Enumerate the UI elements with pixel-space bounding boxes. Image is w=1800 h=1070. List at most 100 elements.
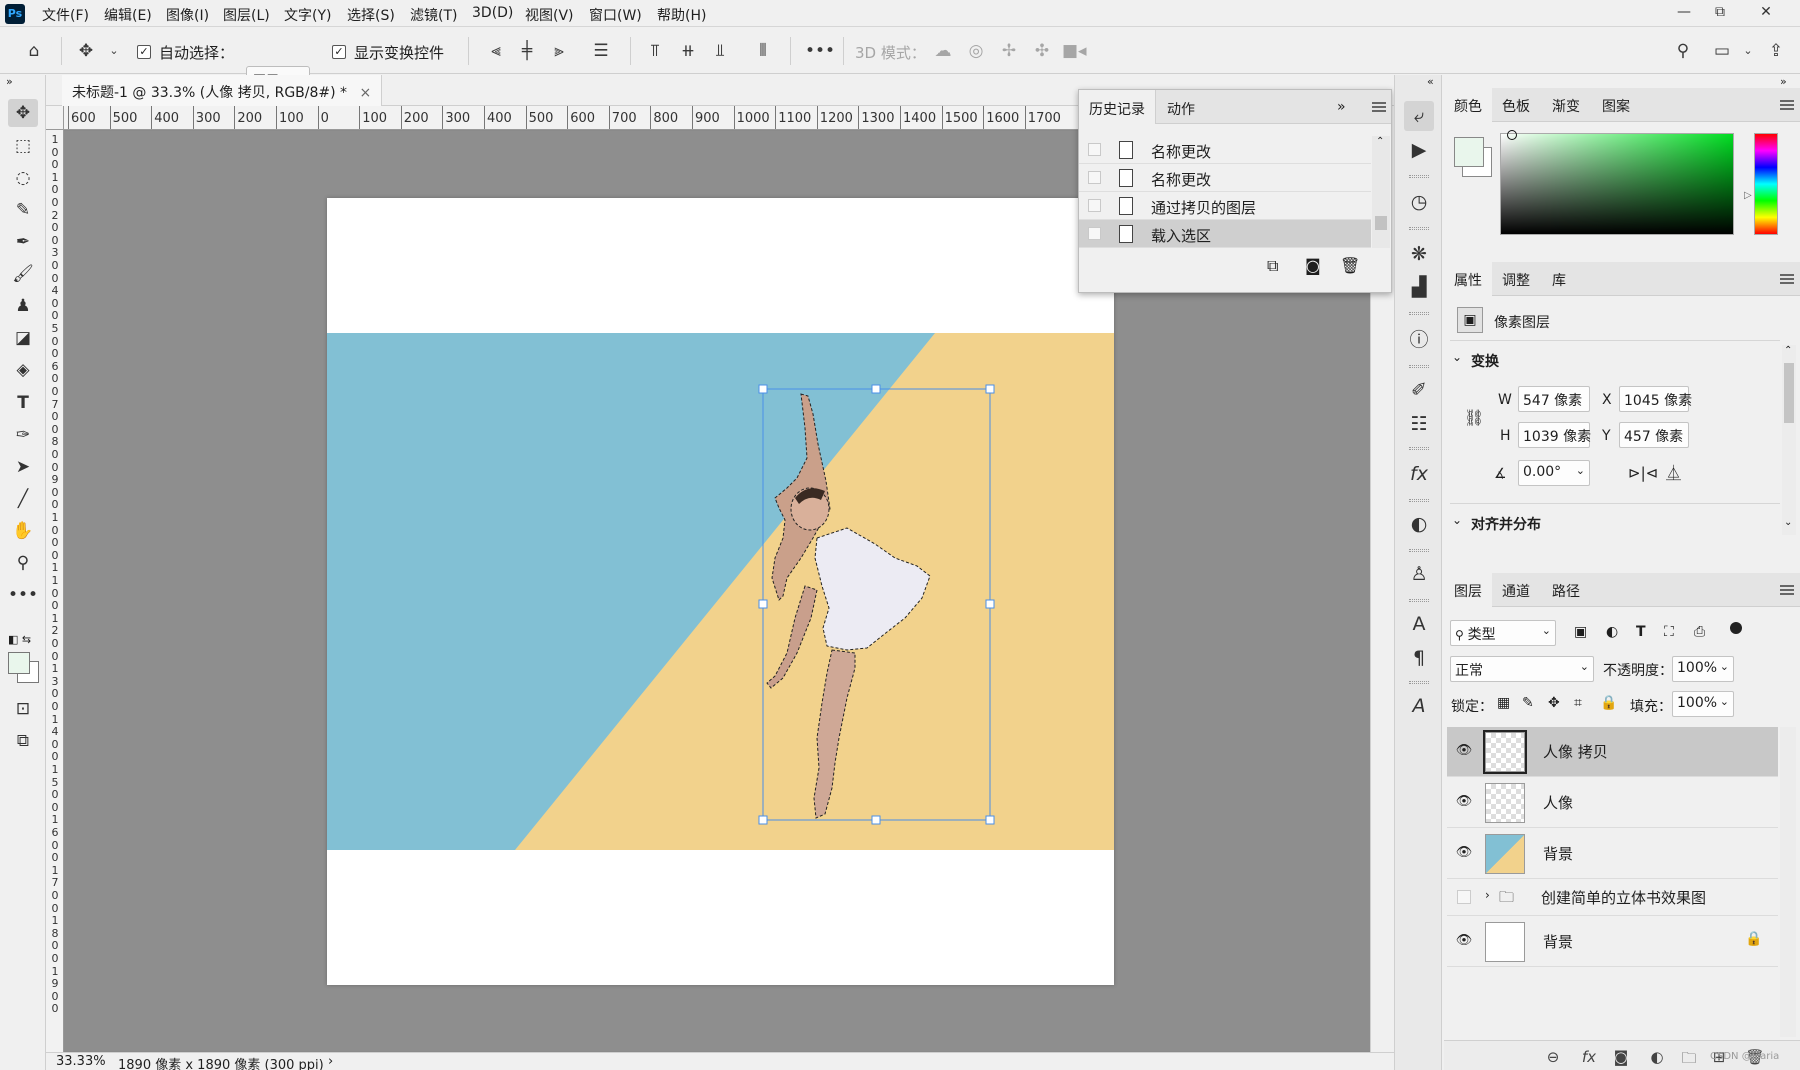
home-icon[interactable]: ⌂ <box>22 39 46 63</box>
minimize-button[interactable]: — <box>1667 2 1701 22</box>
menu-layer[interactable]: 图层(L) <box>223 5 270 25</box>
screen-mode-icon[interactable]: ⧉ <box>8 727 38 755</box>
document-tab[interactable]: 未标题-1 @ 33.3% (人像 拷贝, RGB/8#) * × <box>62 75 383 106</box>
tool-presets-icon[interactable]: ♙ <box>1404 559 1434 589</box>
tab-patterns[interactable]: 图案 <box>1592 88 1640 122</box>
share-icon[interactable]: ⇪ <box>1764 39 1788 63</box>
eye-icon[interactable]: 👁 <box>1455 934 1473 948</box>
eye-icon[interactable]: 👁 <box>1455 744 1473 758</box>
tab-libraries[interactable]: 库 <box>1542 262 1576 296</box>
menu-window[interactable]: 窗口(W) <box>589 5 642 25</box>
filter-adjustment-icon[interactable]: ◐ <box>1606 624 1618 640</box>
menu-image[interactable]: 图像(I) <box>166 5 209 25</box>
x-field[interactable]: 1045 像素 <box>1619 386 1692 412</box>
transform-handle[interactable] <box>985 384 995 394</box>
tab-swatches[interactable]: 色板 <box>1492 88 1540 122</box>
chevron-down-icon[interactable]: ⌄ <box>1452 513 1462 527</box>
menu-type[interactable]: 文字(Y) <box>284 5 331 25</box>
opacity-field[interactable]: 100% ⌄ <box>1672 656 1734 682</box>
flip-horizontal-icon[interactable]: ⊳|⊲ <box>1628 464 1658 482</box>
angle-field[interactable]: 0.00° ⌄ <box>1518 460 1590 486</box>
color-spectrum-field[interactable] <box>1500 133 1734 235</box>
fill-field[interactable]: 100% ⌄ <box>1672 691 1734 717</box>
layer-filter-dropdown[interactable]: ⚲ 类型 ⌄ <box>1450 620 1556 646</box>
menu-help[interactable]: 帮助(H) <box>657 5 706 25</box>
panel-menu-icon[interactable] <box>1780 100 1794 110</box>
history-checkbox[interactable] <box>1088 199 1101 212</box>
character-icon[interactable]: A <box>1404 609 1434 639</box>
y-field[interactable]: 457 像素 <box>1619 422 1689 448</box>
clone-source-icon[interactable]: ◐ <box>1404 509 1434 539</box>
properties-scrollbar[interactable]: ⌃ ⌄ <box>1782 345 1796 535</box>
info-icon[interactable]: ⓘ <box>1404 325 1434 355</box>
transform-handle[interactable] <box>985 815 995 825</box>
collapse-icon[interactable]: « <box>1427 75 1434 88</box>
add-mask-icon[interactable]: ◙ <box>1610 1048 1632 1066</box>
history-brush-icon[interactable]: ◷ <box>1404 187 1434 217</box>
transform-handle[interactable] <box>758 815 768 825</box>
filter-toggle-icon[interactable] <box>1730 622 1742 634</box>
brush-settings-icon[interactable]: ✐ <box>1404 375 1434 405</box>
lock-transparent-icon[interactable]: ▦ <box>1497 695 1510 711</box>
tab-paths[interactable]: 路径 <box>1542 573 1590 607</box>
chevron-up-icon[interactable]: ⌃ <box>1784 345 1792 356</box>
distribute-v-icon[interactable]: ☰ <box>589 39 613 63</box>
lock-pixels-icon[interactable]: ✎ <box>1522 695 1534 711</box>
history-checkbox[interactable] <box>1088 227 1101 240</box>
layer-group-row[interactable]: › 🗀 创建简单的立体书效果图 <box>1447 880 1778 916</box>
distribute-h-icon[interactable]: ⦀ <box>751 39 775 63</box>
history-item[interactable]: 名称更改 <box>1079 164 1371 192</box>
add-style-fx-icon[interactable]: fx <box>1578 1048 1600 1066</box>
tab-history[interactable]: 历史记录 <box>1079 90 1156 124</box>
brush-presets-icon[interactable]: ☷ <box>1404 409 1434 439</box>
history-item-selected[interactable]: 载入选区 <box>1079 220 1371 248</box>
link-layers-icon[interactable]: ⊖ <box>1542 1048 1564 1066</box>
menu-3d[interactable]: 3D(D) <box>472 5 513 21</box>
actions-play-icon[interactable]: ▶ <box>1404 135 1434 165</box>
foreground-color-swatch[interactable] <box>1454 137 1484 167</box>
paragraph-icon[interactable]: ¶ <box>1404 643 1434 673</box>
history-dock-icon[interactable]: ⤶ <box>1404 101 1434 131</box>
stamp-tool-icon[interactable]: ♟ <box>8 292 38 320</box>
zoom-level[interactable]: 33.33% <box>56 1054 106 1069</box>
layer-row[interactable]: 👁 人像 <box>1447 778 1778 828</box>
zoom-tool-icon[interactable]: ⚲ <box>8 549 38 577</box>
layer-row[interactable]: 👁 人像 拷贝 <box>1447 727 1778 777</box>
tab-adjustments[interactable]: 调整 <box>1492 262 1540 296</box>
hand-tool-icon[interactable]: ✋ <box>8 517 38 545</box>
foreground-color-swatch[interactable] <box>8 652 30 674</box>
chevron-down-icon[interactable]: ⌄ <box>1452 350 1462 364</box>
history-checkbox[interactable] <box>1088 171 1101 184</box>
histogram-icon[interactable]: ▟ <box>1404 272 1434 302</box>
pen-tool-icon[interactable]: ✑ <box>8 421 38 449</box>
history-item[interactable]: 通过拷贝的图层 <box>1079 192 1371 220</box>
align-bottom-icon[interactable]: ⫫ <box>708 39 732 63</box>
menu-edit[interactable]: 编辑(E) <box>104 5 152 25</box>
styles-fx-icon[interactable]: fx <box>1404 459 1434 489</box>
auto-select-checkbox[interactable]: ✓ <box>137 45 151 59</box>
chevron-down-icon[interactable]: ⌄ <box>1736 39 1760 63</box>
layer-row[interactable]: 👁 背景 🔒 <box>1447 917 1778 967</box>
height-field[interactable]: 1039 像素 <box>1518 422 1591 448</box>
align-center-h-icon[interactable]: ╪ <box>515 39 539 63</box>
layers-scrollbar[interactable] <box>1780 727 1796 1037</box>
align-right-icon[interactable]: ⫸ <box>547 39 571 63</box>
width-field[interactable]: 547 像素 <box>1518 386 1590 412</box>
move-tool-icon[interactable]: ✥ <box>74 39 98 63</box>
eye-icon[interactable]: 👁 <box>1455 795 1473 809</box>
layer-name[interactable]: 人像 拷贝 <box>1543 741 1608 762</box>
layer-name[interactable]: 人像 <box>1543 792 1573 813</box>
color-picker-marker[interactable] <box>1507 130 1517 140</box>
line-tool-icon[interactable]: ╱ <box>8 485 38 513</box>
flip-vertical-icon[interactable]: ⏅ <box>1666 462 1681 483</box>
hue-marker-icon[interactable]: ▷ <box>1744 190 1752 201</box>
type-tool-icon[interactable]: T <box>8 389 38 417</box>
transform-section-title[interactable]: 变换 <box>1471 351 1499 371</box>
tab-channels[interactable]: 通道 <box>1492 573 1540 607</box>
close-tab-icon[interactable]: × <box>360 85 372 101</box>
layer-row[interactable]: 👁 背景 <box>1447 829 1778 879</box>
transform-handle[interactable] <box>985 599 995 609</box>
lock-all-icon[interactable]: 🔒 <box>1600 695 1617 711</box>
tab-actions[interactable]: 动作 <box>1157 90 1205 124</box>
quick-select-tool-icon[interactable]: ✎ <box>8 196 38 224</box>
